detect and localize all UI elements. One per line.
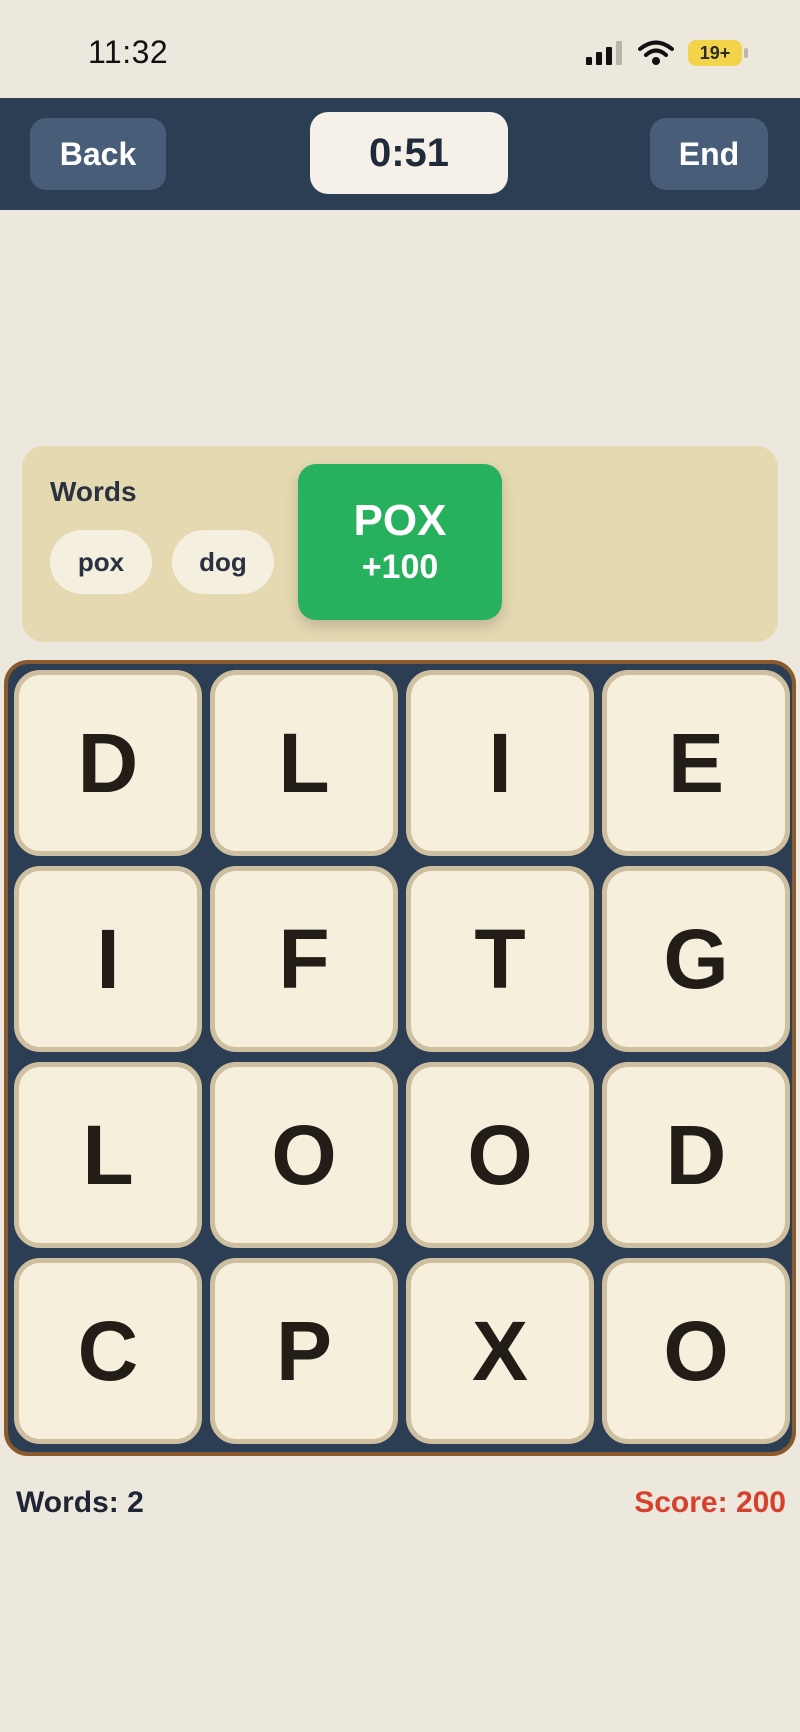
words-count: Words: 2 — [16, 1486, 144, 1519]
letter-tile[interactable]: E — [602, 670, 790, 856]
countdown-timer: 0:51 — [310, 112, 508, 194]
score-display: Score: 200 — [634, 1486, 786, 1519]
cellular-signal-icon — [586, 41, 622, 65]
letter-tile[interactable]: O — [210, 1062, 398, 1248]
letter-board: D L I E I F T G L O O D C P X O — [4, 660, 796, 1456]
end-button[interactable]: End — [650, 118, 768, 190]
status-icons: 19+ — [586, 40, 748, 66]
letter-tile[interactable]: G — [602, 866, 790, 1052]
top-bar: Back 0:51 End — [0, 98, 800, 210]
battery-indicator: 19+ — [688, 40, 748, 66]
found-words-title: Words — [50, 476, 137, 507]
letter-tile[interactable]: I — [406, 670, 594, 856]
letter-tile[interactable]: D — [14, 670, 202, 856]
letter-tile[interactable]: X — [406, 1258, 594, 1444]
status-bar: 11:32 19+ — [0, 0, 800, 98]
letter-tile[interactable]: L — [210, 670, 398, 856]
found-words-panel: Words pox dog POX +100 — [22, 446, 778, 642]
letter-tile[interactable]: P — [210, 1258, 398, 1444]
letter-tile[interactable]: C — [14, 1258, 202, 1444]
letter-tile[interactable]: F — [210, 866, 398, 1052]
found-words-list: pox dog — [50, 530, 274, 594]
popup-word: POX — [353, 496, 447, 546]
wifi-icon — [638, 40, 674, 65]
letter-tile[interactable]: O — [602, 1258, 790, 1444]
found-word-chip: dog — [172, 530, 274, 594]
word-score-popup: POX +100 — [298, 464, 502, 620]
status-time: 11:32 — [88, 34, 169, 70]
letter-tile[interactable]: T — [406, 866, 594, 1052]
back-button[interactable]: Back — [30, 118, 166, 190]
letter-tile[interactable]: L — [14, 1062, 202, 1248]
found-word-chip: pox — [50, 530, 152, 594]
letter-tile[interactable]: I — [14, 866, 202, 1052]
letter-tile[interactable]: O — [406, 1062, 594, 1248]
popup-points: +100 — [361, 547, 439, 586]
letter-tile[interactable]: D — [602, 1062, 790, 1248]
